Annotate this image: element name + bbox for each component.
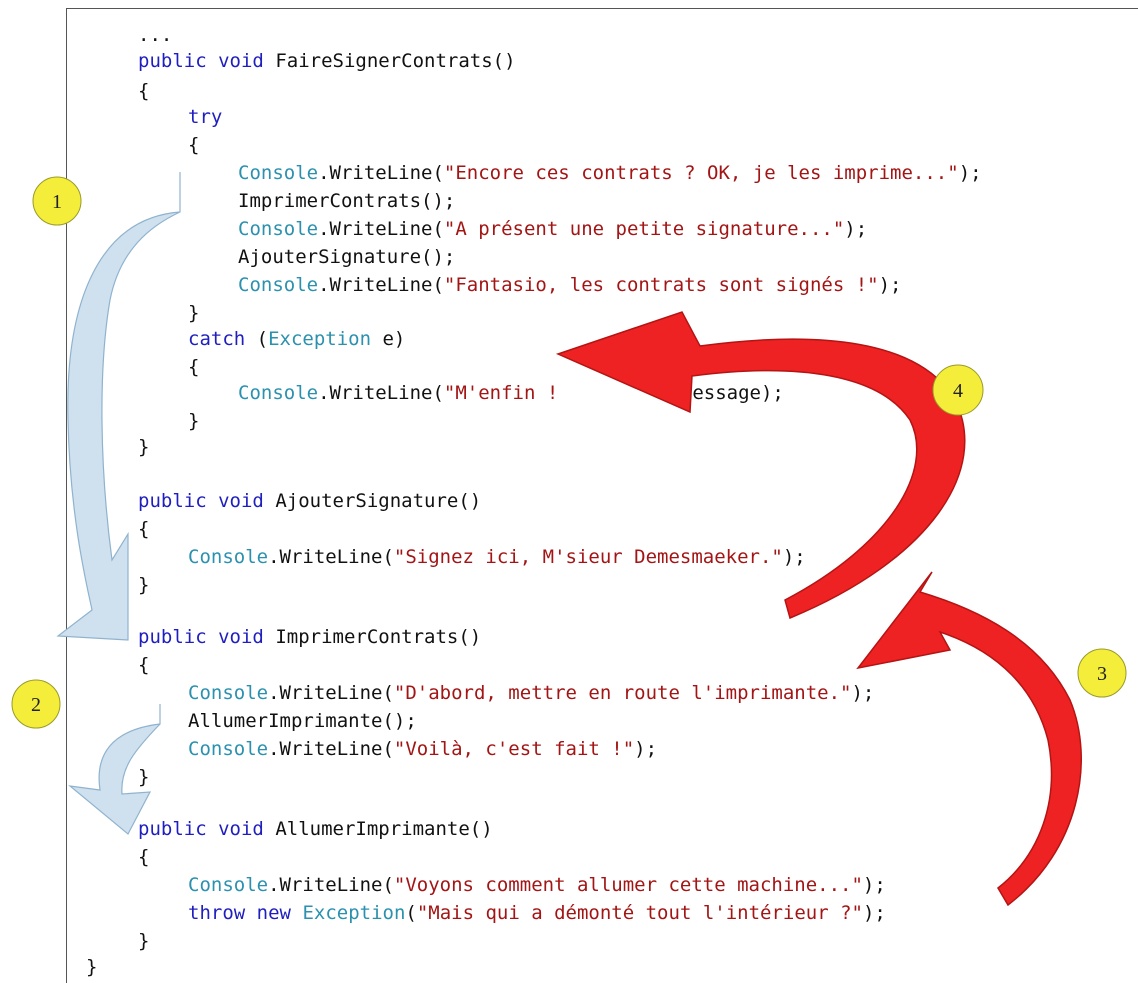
badge-label: 1 [52, 191, 62, 213]
exception-flow-arrow-3 [856, 571, 1082, 907]
call-flow-arrow-2 [68, 704, 161, 835]
step-badge-3: 3 [1077, 648, 1127, 698]
flow-arrows-overlay: 1 2 3 4 [11, 172, 1127, 907]
step-badge-4: 4 [932, 364, 984, 416]
exception-flow-arrow-4 [555, 311, 966, 620]
badge-label: 4 [953, 380, 963, 402]
badge-label: 2 [31, 694, 41, 716]
call-flow-arrow-1 [56, 172, 181, 641]
badge-label: 3 [1097, 663, 1107, 685]
step-badge-1: 1 [32, 176, 82, 226]
step-badge-2: 2 [11, 679, 61, 729]
